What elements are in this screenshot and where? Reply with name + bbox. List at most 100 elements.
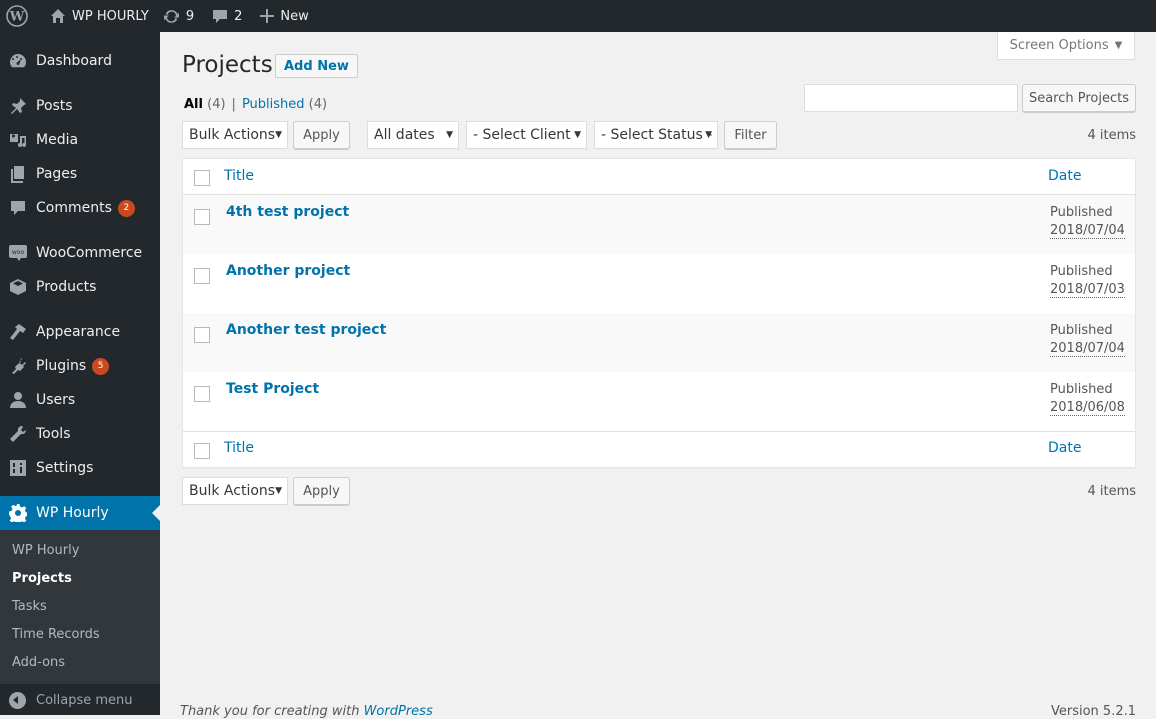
items-count-top: 4 items	[1087, 128, 1136, 143]
sidebar-label: Comments	[36, 200, 112, 216]
submenu-item-wp-hourly[interactable]: WP Hourly	[12, 543, 79, 558]
submenu-item-projects[interactable]: Projects	[12, 571, 72, 586]
wrench-icon	[0, 425, 36, 443]
status-views: All (4) | Published (4)	[184, 97, 327, 112]
wp-logo-button[interactable]: W	[0, 0, 35, 32]
submenu-item-add-ons[interactable]: Add-ons	[12, 655, 65, 670]
sidebar-label: WooCommerce	[36, 245, 143, 261]
sidebar-item-dashboard[interactable]: Dashboard	[0, 44, 160, 78]
dates-filter-select[interactable]: All dates ▼	[367, 121, 459, 149]
sidebar-item-settings[interactable]: Settings	[0, 451, 160, 485]
separator: |	[231, 97, 236, 112]
sidebar-item-products[interactable]: Products	[0, 270, 160, 304]
post-date: 2018/07/04	[1050, 223, 1125, 239]
comments-link[interactable]: 2	[205, 0, 249, 32]
svg-text:W: W	[9, 10, 25, 25]
main-content: Screen Options ▼ Projects Add New All (4…	[160, 32, 1156, 719]
sidebar-item-pages[interactable]: Pages	[0, 157, 160, 191]
caret-down-icon: ▼	[446, 130, 453, 140]
bulk-actions-value: Bulk Actions	[189, 483, 276, 499]
select-all-checkbox-bottom[interactable]	[194, 443, 210, 459]
submenu-item-time-records[interactable]: Time Records	[12, 627, 100, 642]
screen-options-button[interactable]: Screen Options ▼	[997, 32, 1135, 60]
bulk-actions-value: Bulk Actions	[189, 127, 276, 143]
wordpress-icon: W	[6, 5, 28, 27]
plus-icon	[260, 9, 275, 23]
post-date: 2018/07/04	[1050, 341, 1125, 357]
sidebar-item-comments[interactable]: Comments 2	[0, 191, 160, 225]
apply-button-top[interactable]: Apply	[293, 121, 350, 149]
admin-bar: W WP HOURLY 9 2 New	[0, 0, 1156, 32]
sidebar-item-users[interactable]: Users	[0, 383, 160, 417]
updates-link[interactable]: 9	[156, 0, 201, 32]
sidebar-item-tools[interactable]: Tools	[0, 417, 160, 451]
brush-icon	[0, 323, 36, 341]
caret-down-icon: ▼	[275, 486, 282, 496]
project-title-link[interactable]: 4th test project	[226, 204, 349, 220]
project-title-link[interactable]: Another test project	[226, 322, 386, 338]
updates-count: 9	[185, 8, 195, 24]
sidebar-item-woocommerce[interactable]: woo WooCommerce	[0, 236, 160, 270]
wordpress-link[interactable]: WordPress	[364, 704, 433, 719]
wp-hourly-submenu: WP Hourly Projects Tasks Time Records Ad…	[0, 530, 160, 684]
row-checkbox[interactable]	[194, 209, 210, 225]
search-input[interactable]	[804, 84, 1018, 112]
apply-button-bottom[interactable]: Apply	[293, 477, 350, 505]
sidebar-item-plugins[interactable]: Plugins 5	[0, 349, 160, 383]
filter-button[interactable]: Filter	[724, 121, 777, 149]
project-title-link[interactable]: Test Project	[226, 381, 319, 397]
search-projects-button[interactable]: Search Projects	[1022, 84, 1136, 112]
client-filter-select[interactable]: - Select Client - ▼	[466, 121, 587, 149]
dashboard-icon	[0, 52, 36, 70]
column-date-header[interactable]: Date	[1048, 168, 1081, 184]
sidebar-item-posts[interactable]: Posts	[0, 89, 160, 123]
comments-count: 2	[234, 8, 243, 24]
footer: Thank you for creating with WordPress Ve…	[180, 704, 1136, 719]
pages-icon	[0, 165, 36, 183]
comment-icon	[0, 199, 36, 217]
dates-filter-value: All dates	[374, 127, 435, 143]
column-date-footer[interactable]: Date	[1048, 440, 1081, 456]
sidebar-label: Dashboard	[36, 53, 112, 69]
footer-thanks: Thank you for creating with	[180, 704, 364, 719]
media-icon	[0, 131, 36, 149]
select-all-checkbox[interactable]	[194, 170, 210, 186]
collapse-menu-button[interactable]: Collapse menu	[0, 688, 160, 712]
view-published[interactable]: Published	[242, 97, 305, 112]
column-title-footer[interactable]: Title	[224, 440, 254, 456]
home-icon	[51, 9, 65, 23]
sidebar-item-appearance[interactable]: Appearance	[0, 315, 160, 349]
new-content-link[interactable]: New	[253, 0, 315, 32]
gear-icon	[0, 504, 36, 522]
sidebar-item-wp-hourly[interactable]: WP Hourly	[0, 496, 160, 530]
column-title-header[interactable]: Title	[224, 168, 254, 184]
view-all[interactable]: All	[184, 97, 203, 112]
box-icon	[0, 278, 36, 296]
sidebar-label: Products	[36, 279, 97, 295]
caret-down-icon: ▼	[574, 130, 581, 140]
post-status: Published	[1050, 264, 1113, 279]
row-checkbox[interactable]	[194, 386, 210, 402]
svg-text:woo: woo	[12, 249, 25, 256]
row-checkbox[interactable]	[194, 327, 210, 343]
site-name-link[interactable]: WP HOURLY	[43, 0, 156, 32]
sidebar-label: Plugins	[36, 358, 87, 374]
collapse-icon	[9, 691, 26, 709]
sidebar-item-media[interactable]: Media	[0, 123, 160, 157]
bulk-actions-select-top[interactable]: Bulk Actions ▼	[182, 121, 288, 149]
view-published-count: (4)	[308, 97, 328, 112]
version-text: Version 5.2.1	[1050, 704, 1136, 719]
sidebar-label: WP Hourly	[36, 505, 109, 521]
project-title-link[interactable]: Another project	[226, 263, 350, 279]
table-row: 4th test project Published 2018/07/04	[183, 195, 1135, 254]
client-filter-value: - Select Client -	[473, 127, 581, 143]
row-checkbox[interactable]	[194, 268, 210, 284]
submenu-item-tasks[interactable]: Tasks	[12, 599, 47, 614]
view-all-count: (4)	[207, 97, 226, 112]
status-filter-select[interactable]: - Select Status - ▼	[594, 121, 718, 149]
post-status: Published	[1050, 323, 1113, 338]
sidebar-label: Users	[36, 392, 76, 408]
bulk-actions-select-bottom[interactable]: Bulk Actions ▼	[182, 477, 288, 505]
screen-options-label: Screen Options	[1009, 38, 1109, 53]
add-new-button[interactable]: Add New	[275, 54, 358, 78]
